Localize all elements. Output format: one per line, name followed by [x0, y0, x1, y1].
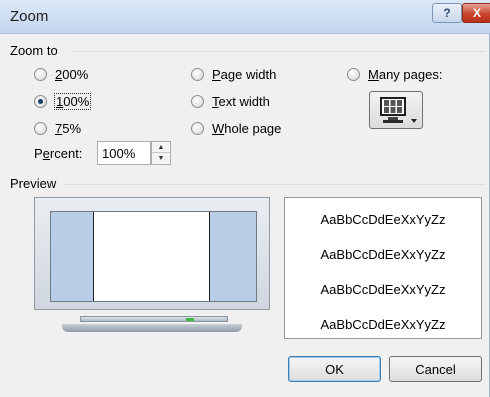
radio-page-width[interactable]: Page width [191, 67, 276, 82]
zoom-to-label: Zoom to [10, 43, 58, 58]
radio-many-pages[interactable]: Many pages: [347, 67, 442, 82]
many-pages-button[interactable] [369, 91, 423, 129]
preview-page [93, 212, 210, 301]
text-sample-box: AaBbCcDdEeXxYyZz AaBbCcDdEeXxYyZz AaBbCc… [284, 197, 482, 339]
radio-page-width-button[interactable] [191, 68, 204, 81]
close-button[interactable]: X [462, 3, 490, 23]
title-bar[interactable]: Zoom ? X [0, 0, 490, 34]
radio-200-button[interactable] [34, 68, 47, 81]
radio-many-pages-label[interactable]: Many pages: [368, 67, 442, 82]
spin-up-icon[interactable]: ▲ [152, 142, 170, 153]
radio-75[interactable]: 75% [34, 121, 81, 136]
preview-divider [64, 184, 486, 185]
radio-text-width[interactable]: Text width [191, 94, 270, 109]
help-button[interactable]: ? [432, 3, 462, 23]
radio-many-pages-button[interactable] [347, 68, 360, 81]
radio-whole-page[interactable]: Whole page [191, 121, 281, 136]
percent-label: Percent: [34, 146, 83, 161]
radio-whole-page-button[interactable] [191, 122, 204, 135]
radio-200[interactable]: 200% [34, 67, 88, 82]
close-icon: X [472, 6, 481, 20]
sample-text-line: AaBbCcDdEeXxYyZz [320, 247, 446, 262]
radio-page-width-label[interactable]: Page width [212, 67, 276, 82]
radio-whole-page-label[interactable]: Whole page [212, 121, 281, 136]
radio-100-button[interactable] [34, 95, 47, 108]
zoom-to-divider [72, 51, 486, 52]
monitor-base [62, 324, 242, 332]
power-light-icon [186, 318, 194, 321]
spin-down-icon[interactable]: ▼ [152, 153, 170, 164]
radio-100[interactable]: 100% [34, 93, 92, 110]
sample-text-line: AaBbCcDdEeXxYyZz [320, 317, 446, 332]
radio-75-label[interactable]: 75% [55, 121, 81, 136]
monitor-pages-icon [380, 97, 417, 123]
dialog-title: Zoom [10, 8, 49, 25]
radio-text-width-button[interactable] [191, 95, 204, 108]
monitor-stand [80, 316, 228, 322]
radio-100-label[interactable]: 100% [53, 93, 92, 110]
zoom-dialog: Zoom ? X Zoom to 200% 100% 75% Page widt… [0, 0, 490, 397]
sample-text-line: AaBbCcDdEeXxYyZz [320, 282, 446, 297]
radio-200-label[interactable]: 200% [55, 67, 88, 82]
percent-input[interactable] [97, 141, 151, 165]
radio-text-width-label[interactable]: Text width [212, 94, 270, 109]
ok-button[interactable]: OK [288, 356, 381, 382]
preview-label: Preview [10, 176, 57, 191]
help-icon: ? [443, 6, 451, 20]
sample-text-line: AaBbCcDdEeXxYyZz [320, 212, 446, 227]
percent-spinner[interactable]: ▲ ▼ [151, 141, 171, 165]
radio-75-button[interactable] [34, 122, 47, 135]
cancel-button[interactable]: Cancel [389, 356, 482, 382]
